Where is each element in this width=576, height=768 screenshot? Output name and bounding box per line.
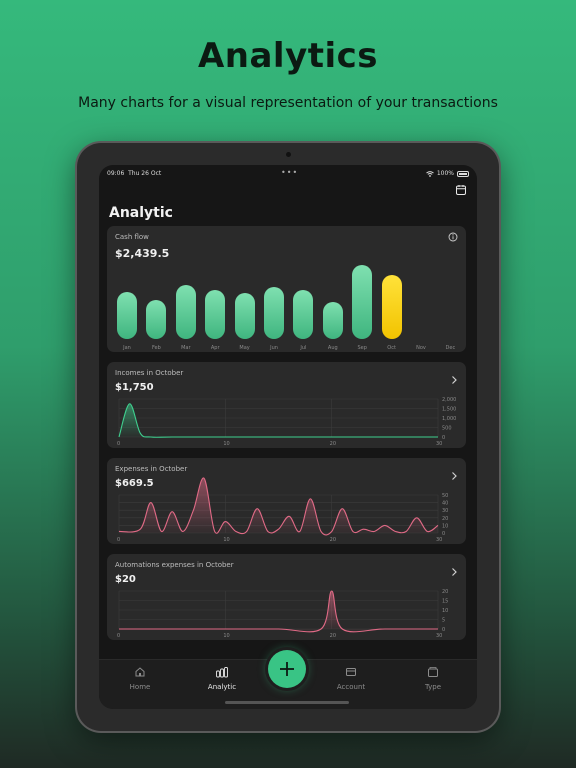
camera-dot	[286, 152, 291, 157]
cashflow-bar-apr[interactable]	[205, 289, 226, 339]
hero-subtitle: Many charts for a visual representation …	[78, 95, 498, 111]
incomes-ytick: 1,500	[442, 407, 456, 413]
home-icon	[135, 667, 145, 677]
cashflow-bar-jun[interactable]	[264, 287, 284, 339]
cashflow-month-label: Apr	[210, 345, 220, 351]
cashflow-month-label: Jul	[300, 345, 307, 351]
wifi-icon	[426, 170, 434, 177]
incomes-line-chart: 0 500 1,000 1,500 2,000 0 10 20 30	[117, 397, 456, 447]
incomes-card[interactable]: Incomes in October $1,750 0 500 1,000 1,500…	[107, 362, 466, 448]
status-bar: 09:06 Thu 26 Oct ••• 100%	[99, 165, 477, 181]
app-screen: 09:06 Thu 26 Oct ••• 100% Analytic Cash …	[99, 165, 477, 709]
calendar-icon[interactable]	[455, 184, 467, 196]
cashflow-month-label: Jan	[123, 345, 131, 351]
add-transaction-button[interactable]	[268, 650, 306, 688]
cashflow-month-label: May	[239, 345, 250, 351]
tablet-frame: 09:06 Thu 26 Oct ••• 100% Analytic Cash …	[77, 143, 499, 731]
automations-line	[118, 590, 438, 633]
hero-title: Analytics	[197, 36, 379, 76]
status-time: 09:06 Thu 26 Oct	[107, 170, 161, 177]
expenses-xtick: 20	[330, 537, 336, 543]
expenses-xtick: 0	[117, 537, 120, 543]
incomes-ytick: 1,000	[442, 416, 456, 422]
home-indicator	[225, 701, 349, 704]
cashflow-bar-feb[interactable]	[146, 299, 167, 339]
tab-type[interactable]: Type	[403, 666, 463, 691]
bar-chart-icon	[216, 667, 228, 678]
automations-area	[119, 591, 438, 632]
expenses-ytick: 50	[442, 493, 448, 499]
cashflow-month-label: Nov	[416, 345, 426, 351]
status-date: Thu 26 Oct	[128, 170, 162, 177]
expenses-ytick: 10	[442, 523, 448, 529]
cashflow-bar-mar[interactable]	[175, 284, 196, 339]
automations-card[interactable]: Automations expenses in October $20 0 5 10…	[107, 554, 466, 640]
multitasking-dots[interactable]: •••	[281, 168, 298, 177]
tab-account-label: Account	[336, 683, 366, 691]
cashflow-month-label: Feb	[151, 345, 161, 351]
automations-xtick: 30	[436, 633, 442, 639]
tab-account[interactable]: Account	[321, 666, 381, 691]
cashflow-label: Cash flow	[115, 233, 149, 241]
expenses-xtick: 30	[436, 537, 442, 543]
cashflow-month-label: Oct	[387, 345, 396, 351]
expenses-ytick: 40	[442, 501, 448, 507]
status-clock: 09:06	[107, 170, 125, 177]
cashflow-month-label: Mar	[181, 345, 191, 351]
incomes-xtick: 30	[436, 441, 442, 447]
cashflow-bar-aug[interactable]	[322, 302, 343, 339]
automations-ytick: 10	[442, 608, 448, 614]
cashflow-bar-sep[interactable]	[352, 265, 373, 339]
tab-type-label: Type	[424, 683, 442, 691]
cashflow-bar-jul[interactable]	[293, 289, 314, 339]
cashflow-card[interactable]: Cash flow $2,439.5 Jan Feb Mar Apr May Jun Jul…	[107, 226, 466, 352]
expenses-ytick: 0	[442, 531, 445, 537]
status-indicators: 100%	[426, 170, 469, 177]
tab-analytic[interactable]: Analytic	[192, 666, 252, 691]
cashflow-bar-chart: Jan Feb Mar Apr May Jun Jul Aug Sep Oct Nov Dec	[115, 263, 459, 351]
automations-ytick: 5	[442, 618, 445, 624]
folder-icon	[428, 667, 438, 677]
incomes-ytick: 0	[442, 435, 445, 441]
cashflow-bar-jan[interactable]	[117, 292, 137, 339]
cashflow-month-label: Dec	[445, 345, 456, 351]
cashflow-month-label: Jun	[270, 345, 278, 351]
incomes-xtick: 10	[223, 441, 229, 447]
automations-xtick: 20	[330, 633, 336, 639]
cashflow-month-label: Sep	[357, 345, 367, 351]
automations-ytick: 0	[442, 627, 445, 633]
automations-xtick: 0	[117, 633, 120, 639]
tab-analytic-label: Analytic	[207, 683, 237, 691]
battery-icon	[457, 170, 469, 177]
wallet-icon	[346, 668, 356, 676]
automations-ytick: 20	[442, 589, 448, 595]
expenses-ytick: 30	[442, 508, 448, 514]
automations-ytick: 15	[442, 599, 448, 605]
expenses-ytick: 20	[442, 516, 448, 522]
cashflow-month-label: Aug	[327, 345, 338, 351]
incomes-xtick: 0	[117, 441, 120, 447]
tab-home-label: Home	[129, 683, 151, 691]
cashflow-bar-may[interactable]	[234, 293, 255, 339]
battery-percent: 100%	[436, 170, 454, 177]
automations-line-chart: 0 5 10 15 20 0 10 20 30	[117, 589, 448, 639]
expenses-line-chart: 010203040500 10 20 30	[117, 477, 448, 543]
expenses-card[interactable]: Expenses in October $669.5 0 10 20 30 40 50 0 1…	[107, 458, 466, 544]
cashflow-bar-oct[interactable]	[381, 274, 402, 339]
tab-home[interactable]: Home	[110, 666, 170, 691]
incomes-xtick: 20	[330, 441, 336, 447]
info-icon[interactable]	[448, 232, 458, 242]
incomes-ytick: 2,000	[442, 397, 456, 403]
plus-icon	[280, 662, 294, 676]
automations-xtick: 10	[223, 633, 229, 639]
cashflow-value: $2,439.5	[115, 247, 170, 260]
expenses-area	[119, 477, 438, 535]
expenses-xtick: 10	[223, 537, 229, 543]
incomes-ytick: 500	[442, 426, 452, 432]
page-title: Analytic	[109, 205, 173, 221]
